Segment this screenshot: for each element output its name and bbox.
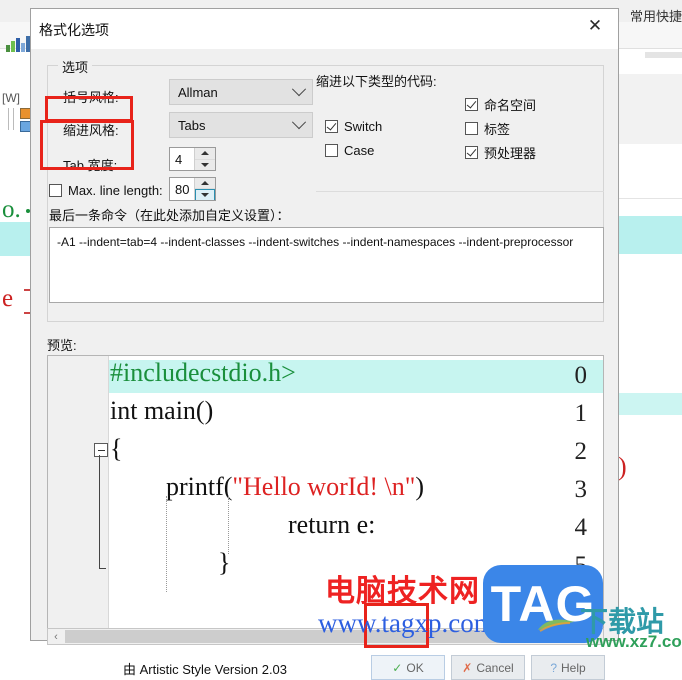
checkbox-box — [325, 144, 338, 157]
background-code-paren: ) — [618, 452, 627, 481]
preview-editor[interactable]: 0 1 2 3 4 5 #includecstdio.h> int main()… — [47, 355, 604, 635]
checkbox-switch-label: Switch — [344, 119, 383, 134]
preview-label: 预览: — [47, 338, 77, 353]
code-line-3-string: "Hello worId! \n" — [232, 472, 416, 501]
bracket-style-value: Allman — [178, 84, 218, 100]
tab-width-label: Tab 宽度: — [63, 158, 118, 173]
code-line-3-post: ) — [415, 472, 425, 501]
line-number: 3 — [574, 476, 588, 503]
spin-up-icon[interactable] — [195, 178, 215, 189]
ok-button-label: OK — [406, 660, 424, 675]
bracket-style-combo[interactable]: Allman — [169, 79, 313, 105]
options-separator — [316, 191, 604, 192]
help-button-label: Help — [561, 660, 586, 675]
options-group-label: 选项 — [58, 57, 93, 76]
checkbox-label[interactable]: 标签 — [465, 119, 510, 138]
tab-width-stepper[interactable]: 4 — [169, 147, 216, 171]
checkbox-preprocessor-label: 预处理器 — [484, 146, 537, 161]
code-fold-end — [99, 568, 106, 569]
bracket-style-label: 括号风格: — [63, 90, 119, 105]
max-line-length-stepper[interactable]: 80 — [169, 177, 216, 201]
cancel-button-label: Cancel — [476, 660, 514, 675]
version-text: 由 Artistic Style Version 2.03 — [123, 662, 288, 677]
spin-down-icon[interactable] — [195, 159, 215, 170]
cross-icon: ✗ — [462, 660, 473, 675]
indent-types-label: 缩进以下类型的代码: — [316, 74, 437, 89]
last-command-label: 最后一条命令（在此处添加自定义设置）： — [49, 208, 290, 223]
cancel-button[interactable]: ✗ Cancel — [451, 655, 525, 680]
checkbox-case[interactable]: Case — [325, 143, 374, 158]
spin-down-icon[interactable] — [195, 189, 215, 200]
chevron-left-icon[interactable]: ‹ — [48, 629, 64, 644]
chevron-down-icon — [286, 80, 312, 104]
background-divider-1 — [8, 108, 9, 130]
checkbox-preprocessor[interactable]: 预处理器 — [465, 143, 536, 162]
checkbox-case-label: Case — [344, 143, 375, 158]
indent-guide-2 — [228, 496, 229, 554]
dialog-title: 格式化选项 — [39, 22, 109, 38]
background-panel-block — [618, 74, 682, 144]
tab-width-value: 4 — [175, 151, 183, 167]
check-icon: ✓ — [392, 660, 403, 675]
chevron-right-icon[interactable]: › — [559, 629, 575, 644]
chevron-down-icon — [286, 113, 312, 137]
max-line-length-value: 80 — [175, 181, 190, 197]
checkbox-box — [325, 120, 338, 133]
background-highlight-row-right — [618, 216, 682, 254]
bar-chart-icon — [6, 36, 32, 52]
line-number: 1 — [574, 400, 588, 427]
code-line-3-pre: printf( — [166, 472, 233, 501]
background-code-green: o. — [2, 196, 21, 223]
checkbox-box — [465, 98, 478, 111]
indent-style-label: 缩进风格: — [63, 123, 119, 138]
checkbox-box — [49, 184, 62, 197]
dialog-body: 选项 括号风格: Allman 缩进风格: Tabs Tab 宽度: 4 Max… — [31, 49, 618, 680]
max-line-length-spin-buttons[interactable] — [194, 178, 215, 200]
indent-guide-1 — [166, 496, 167, 592]
format-options-dialog: 格式化选项 ✕ 选项 括号风格: Allman 缩进风格: Tabs Tab 宽… — [30, 8, 619, 680]
indent-style-value: Tabs — [178, 117, 206, 133]
line-number: 2 — [574, 438, 588, 465]
checkbox-box — [465, 146, 478, 159]
background-code-red: e — [2, 285, 14, 312]
code-fold-line — [99, 455, 100, 568]
code-fold-toggle-icon[interactable] — [94, 443, 108, 457]
line-number: 0 — [574, 362, 588, 389]
ok-button[interactable]: ✓ OK — [371, 655, 445, 680]
help-button[interactable]: ? Help — [531, 655, 605, 680]
code-line-1: int main() — [110, 396, 214, 425]
close-icon[interactable]: ✕ — [572, 9, 618, 43]
code-line-3: printf("Hello worId! \n") — [166, 474, 424, 500]
spin-up-icon[interactable] — [195, 148, 215, 160]
tab-width-spin-buttons[interactable] — [194, 148, 215, 170]
background-header-text: 常用快捷 — [630, 9, 682, 24]
checkbox-switch[interactable]: Switch — [325, 119, 382, 134]
last-command-input[interactable]: -A1 --indent=tab=4 --indent-classes --in… — [49, 227, 604, 303]
max-line-length-label: Max. line length: — [68, 183, 163, 198]
dialog-title-bar: 格式化选项 ✕ — [31, 9, 618, 49]
preview-horizontal-scrollbar[interactable]: ‹ › — [47, 628, 604, 645]
checkbox-label-label: 标签 — [484, 122, 511, 137]
background-highlight-row-left — [0, 222, 30, 256]
line-number: 5 — [574, 552, 588, 579]
indent-style-combo[interactable]: Tabs — [169, 112, 313, 138]
checkbox-namespace[interactable]: 命名空间 — [465, 95, 536, 114]
background-panel-chip — [645, 52, 682, 58]
max-line-length-checkbox[interactable]: Max. line length: — [49, 183, 163, 198]
code-line-0: #includecstdio.h> — [110, 358, 296, 387]
background-divider-2 — [13, 108, 14, 130]
question-icon: ? — [550, 660, 557, 675]
code-line-4: return e: — [288, 510, 376, 539]
checkbox-box — [465, 122, 478, 135]
line-number: 4 — [574, 514, 588, 541]
code-line-2: { — [110, 434, 123, 463]
background-toolbar-hint: [W] — [2, 91, 20, 105]
checkbox-namespace-label: 命名空间 — [484, 98, 537, 113]
scrollbar-thumb[interactable] — [65, 630, 558, 643]
